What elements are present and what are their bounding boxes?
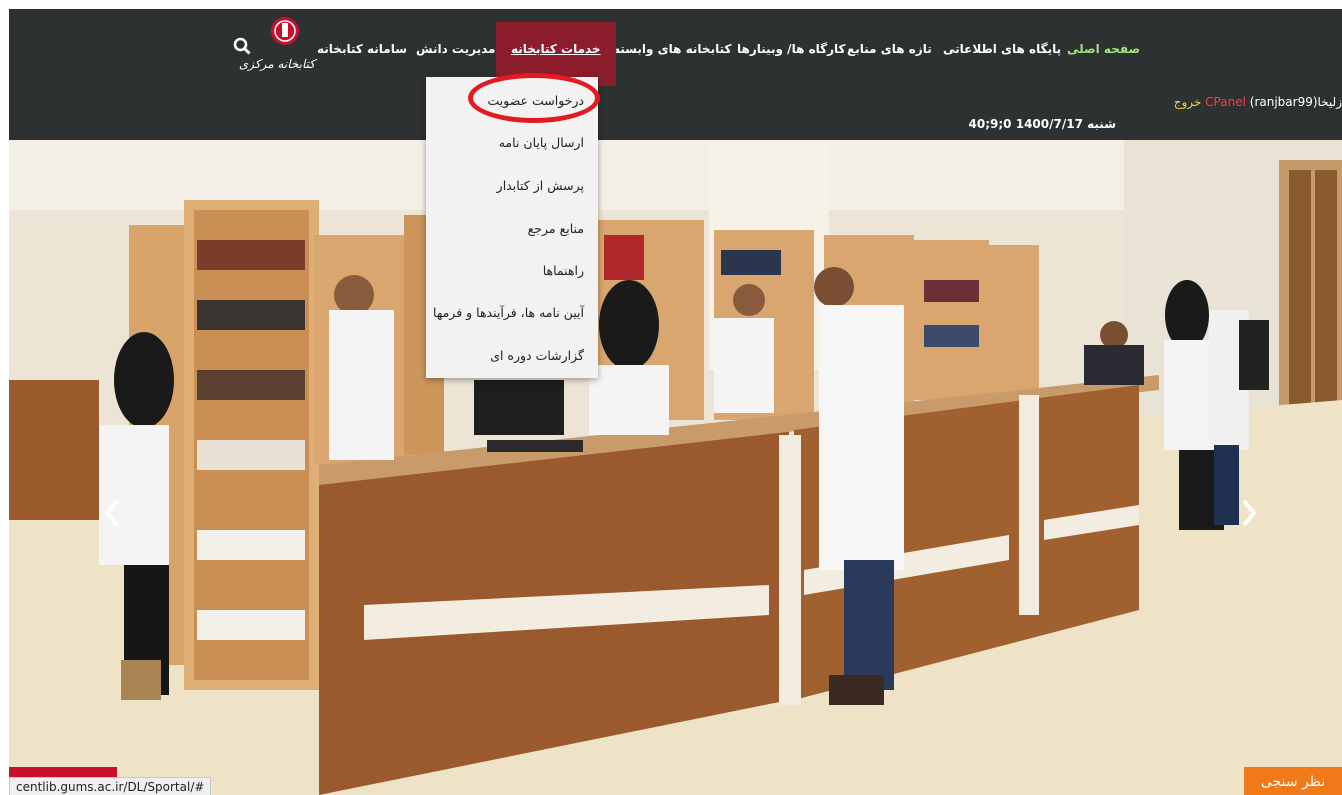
menu-item-ask-librarian[interactable]: پرسش از کتابدار [497,178,584,193]
logo-text: کتابخانه مرکزی [238,57,315,71]
main-navbar: صفحه اصلی پایگاه های اطلاعاتی تازه های م… [9,9,1342,89]
library-services-dropdown: درخواست عضویت ارسال پایان نامه پرسش از ک… [426,77,598,378]
menu-item-reference-resources[interactable]: منابع مرجع [528,221,584,236]
cpanel-link[interactable]: CPanel [1205,95,1246,109]
browser-status-url: centlib.gums.ac.ir/DL/Sportal/# [9,777,212,795]
user-info-bar: زلیخا(ranjbar99) CPanel خروج شنبه 1400/7… [9,89,1342,140]
nav-item-knowledge-management[interactable]: مدیریت دانش [416,9,495,75]
logout-link[interactable]: خروج [1174,95,1202,109]
nav-item-databases[interactable]: پایگاه های اطلاعاتی [943,9,1061,75]
user-name: زلیخا(ranjbar99) [1249,95,1342,109]
nav-item-workshops[interactable]: کارگاه ها/ وبینارها [737,9,846,75]
browser-viewport: صفحه اصلی پایگاه های اطلاعاتی تازه های م… [9,9,1342,795]
emblem-icon [271,17,299,45]
survey-button[interactable]: نظر سنجی [1244,767,1342,795]
nav-item-home[interactable]: صفحه اصلی [1067,9,1140,75]
menu-item-regulations-forms[interactable]: آیین نامه ها، فرآیندها و فرمها [433,305,584,320]
search-icon[interactable] [233,37,251,55]
menu-item-guides[interactable]: راهنماها [543,263,584,278]
date-time: شنبه 1400/7/17 0;9;40 [968,117,1116,131]
nav-item-library-system[interactable]: سامانه کتابخانه [317,9,407,75]
menu-item-submit-thesis[interactable]: ارسال پایان نامه [499,135,584,150]
menu-item-periodic-reports[interactable]: گزارشات دوره ای [490,348,584,363]
highlight-circle-annotation [468,73,600,123]
library-photo [9,140,1342,795]
library-logo[interactable]: کتابخانه مرکزی [238,13,315,87]
hero-slider[interactable] [9,140,1342,795]
slider-next-icon[interactable] [1239,493,1259,533]
slider-prev-icon[interactable] [102,493,122,533]
nav-item-new-resources[interactable]: تازه های منابع [847,9,932,75]
nav-item-affiliated-libraries[interactable]: کتابخانه های وابسته [613,9,731,75]
bottom-red-tab[interactable] [9,767,117,777]
user-status-line: زلیخا(ranjbar99) CPanel خروج [1174,95,1342,109]
